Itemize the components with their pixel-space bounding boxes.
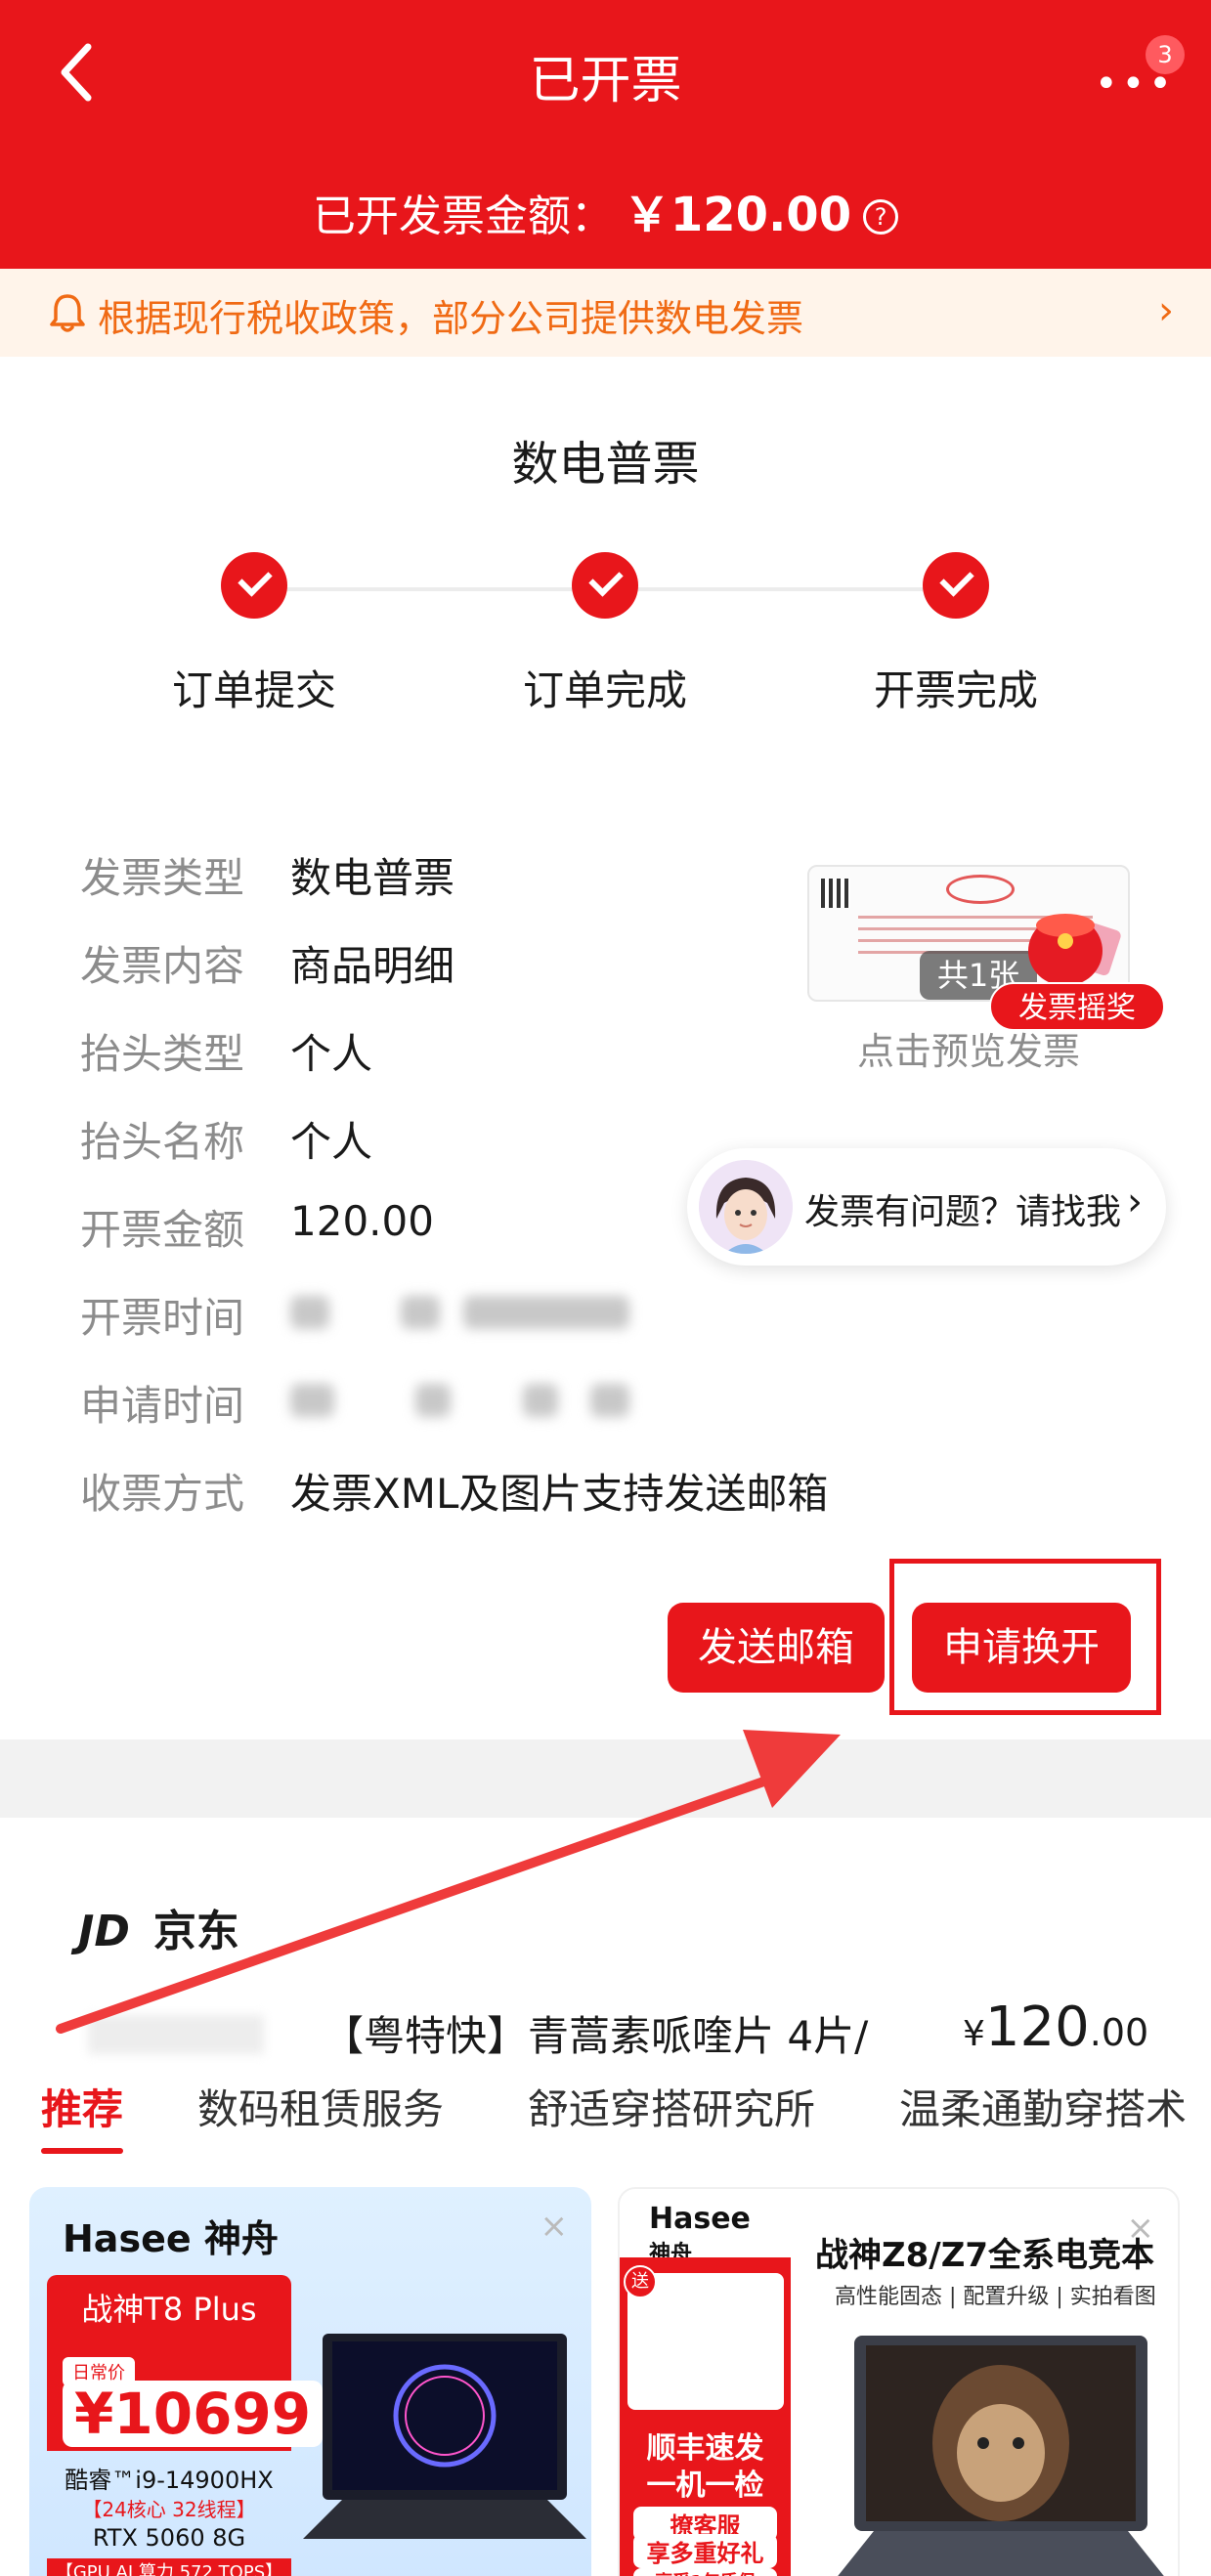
invoiced-amount-label: 已开发票金额：: [312, 192, 614, 241]
assistant-avatar: [699, 1160, 793, 1254]
help-circle-icon[interactable]: ?: [863, 199, 899, 235]
more-menu-button[interactable]: ••• 3: [1085, 35, 1185, 106]
ad-spec: 【24核心 32线程】: [82, 2498, 256, 2521]
jd-logo-icon: JD: [78, 1907, 130, 1956]
annotation-highlight-box: [889, 1559, 1161, 1715]
preview-invoice-link[interactable]: 点击预览发票: [807, 1021, 1130, 1075]
detail-key: 抬头名称: [80, 1118, 245, 1166]
jd-brand: JD 京东: [78, 1896, 239, 1958]
product-thumbnail: [88, 2015, 264, 2054]
progress-steps: 订单提交 订单完成 开票完成: [0, 552, 1211, 714]
laptop-image: [303, 2334, 586, 2539]
detail-value: 120.00: [290, 1197, 434, 1245]
ad-card-hasee-t8[interactable]: Hasee 神舟 × 战神T8 Plus 日常价 ¥10699 酷睿™i9-14…: [29, 2187, 591, 2576]
step-label: 开票完成: [873, 666, 1038, 714]
top-header: 已开票 ••• 3 已开发票金额： ￥120.00?: [0, 0, 1211, 269]
detail-value: 商品明细: [290, 942, 455, 990]
ad-promo-panel: 送 顺丰速发 一机一检 撩客服 享多重好礼 享受1年质保: [620, 2257, 791, 2576]
ad-headline: 战神Z8/Z7全系电竞本: [815, 2236, 1155, 2275]
help-text: 发票有问题？请找我: [804, 1192, 1122, 1232]
send-email-button[interactable]: 发送邮箱: [668, 1603, 885, 1693]
price-decimal: .00: [1089, 2011, 1149, 2054]
invoice-help-bubble[interactable]: 发票有问题？请找我 ›: [687, 1148, 1166, 1266]
tab-digital-rental[interactable]: 数码租赁服务: [197, 2077, 444, 2136]
invoice-card: 数电普票 订单提交 订单完成 开票完成 发票类型 数电普票 发票内容 商品明细 …: [0, 357, 1211, 1739]
detail-value: 发票XML及图片支持发送邮箱: [290, 1470, 829, 1518]
invoiced-amount-value: ￥120.00: [623, 188, 852, 242]
tab-commute-outfits[interactable]: 温柔通勤穿搭术: [899, 2077, 1187, 2136]
detail-key: 开票时间: [80, 1294, 245, 1342]
detail-key: 抬头类型: [80, 1030, 245, 1078]
red-envelope-icon: [1028, 914, 1121, 986]
detail-key: 开票金额: [80, 1206, 245, 1254]
detail-key: 发票内容: [80, 942, 245, 990]
detail-value: 数电普票: [290, 854, 455, 902]
promo-line: 一机一检: [646, 2469, 764, 2503]
ad-price-box: 日常价 ¥10699: [47, 2343, 324, 2451]
chevron-right-icon: ›: [1127, 1180, 1143, 1224]
ad-subline: 高性能固态 | 配置升级 | 实拍看图: [835, 2285, 1156, 2309]
stamp-icon: [946, 875, 1015, 904]
invoiced-amount: 已开发票金额： ￥120.00?: [0, 176, 1211, 244]
tax-policy-notice[interactable]: 根据现行税收政策，部分公司提供数电发票 ›: [0, 269, 1211, 357]
ad-spec: RTX 5060 8G: [92, 2524, 246, 2552]
send-badge: 送: [624, 2265, 657, 2298]
redacted-value: [290, 1285, 629, 1333]
product-item[interactable]: 【粤特快】青蒿素哌喹片 4片/ ¥120.00: [0, 1996, 1211, 2072]
product-name: 【粤特快】青蒿素哌喹片 4片/: [323, 2012, 869, 2060]
step-order-submitted: 订单提交: [108, 552, 401, 717]
step-label: 订单完成: [522, 666, 687, 714]
laptop-image: [838, 2336, 1164, 2576]
notification-badge: 3: [1146, 35, 1185, 74]
product-price: ¥120.00: [963, 1996, 1148, 2059]
promo-white: 享受1年质保: [633, 2568, 777, 2576]
qr-code-icon: [821, 879, 850, 908]
ad-card-hasee-z8[interactable]: Hasee 神舟 × 战神Z8/Z7全系电竞本 高性能固态 | 配置升级 | 实拍…: [618, 2187, 1180, 2576]
bell-icon: [50, 294, 85, 332]
tab-comfort-outfits[interactable]: 舒适穿搭研究所: [528, 2077, 815, 2136]
tab-recommended[interactable]: 推荐: [41, 2077, 124, 2154]
step-invoice-completed: 开票完成: [809, 552, 1103, 717]
hasee-logo: Hasee 神舟: [63, 2217, 279, 2260]
price-integer: 120: [984, 1996, 1090, 2059]
check-circle-icon: [221, 552, 287, 619]
check-circle-icon: [923, 552, 989, 619]
ad-model-name: 战神T8 Plus: [47, 2275, 291, 2343]
hasee-brand: Hasee: [649, 2202, 751, 2236]
close-icon[interactable]: ×: [541, 2207, 569, 2246]
category-tabs: 推荐 数码租赁服务 舒适穿搭研究所 温柔通勤穿搭术: [0, 2077, 1211, 2155]
notice-text: 根据现行税收政策，部分公司提供数电发票: [98, 297, 804, 340]
detail-key: 收票方式: [80, 1470, 245, 1518]
detail-value: 个人: [290, 1118, 373, 1166]
chevron-right-icon: ›: [1158, 288, 1174, 333]
ad-spec: 【GPU AI 算力 572 TOPS】: [47, 2558, 291, 2576]
step-order-completed: 订单完成: [458, 552, 752, 717]
ad-price: ¥10699: [63, 2381, 324, 2447]
ad-spec: 酷睿™i9-14900HX: [65, 2467, 274, 2494]
promo-white: 享多重好礼: [633, 2534, 777, 2568]
redacted-value: [290, 1373, 630, 1421]
brand-name: 京东: [152, 1907, 239, 1956]
price-symbol: ¥: [963, 2014, 985, 2054]
check-circle-icon: [572, 552, 638, 619]
page-title: 已开票: [529, 52, 682, 110]
invoice-type-title: 数电普票: [511, 437, 700, 492]
recommendation-section: JD 京东 【粤特快】青蒿素哌喹片 4片/ ¥120.00 推荐 数码租赁服务 舒…: [0, 1818, 1211, 2576]
step-label: 订单提交: [171, 666, 336, 714]
detail-value: 个人: [290, 1030, 373, 1078]
detail-key: 发票类型: [80, 854, 245, 902]
detail-key: 申请时间: [80, 1382, 245, 1430]
